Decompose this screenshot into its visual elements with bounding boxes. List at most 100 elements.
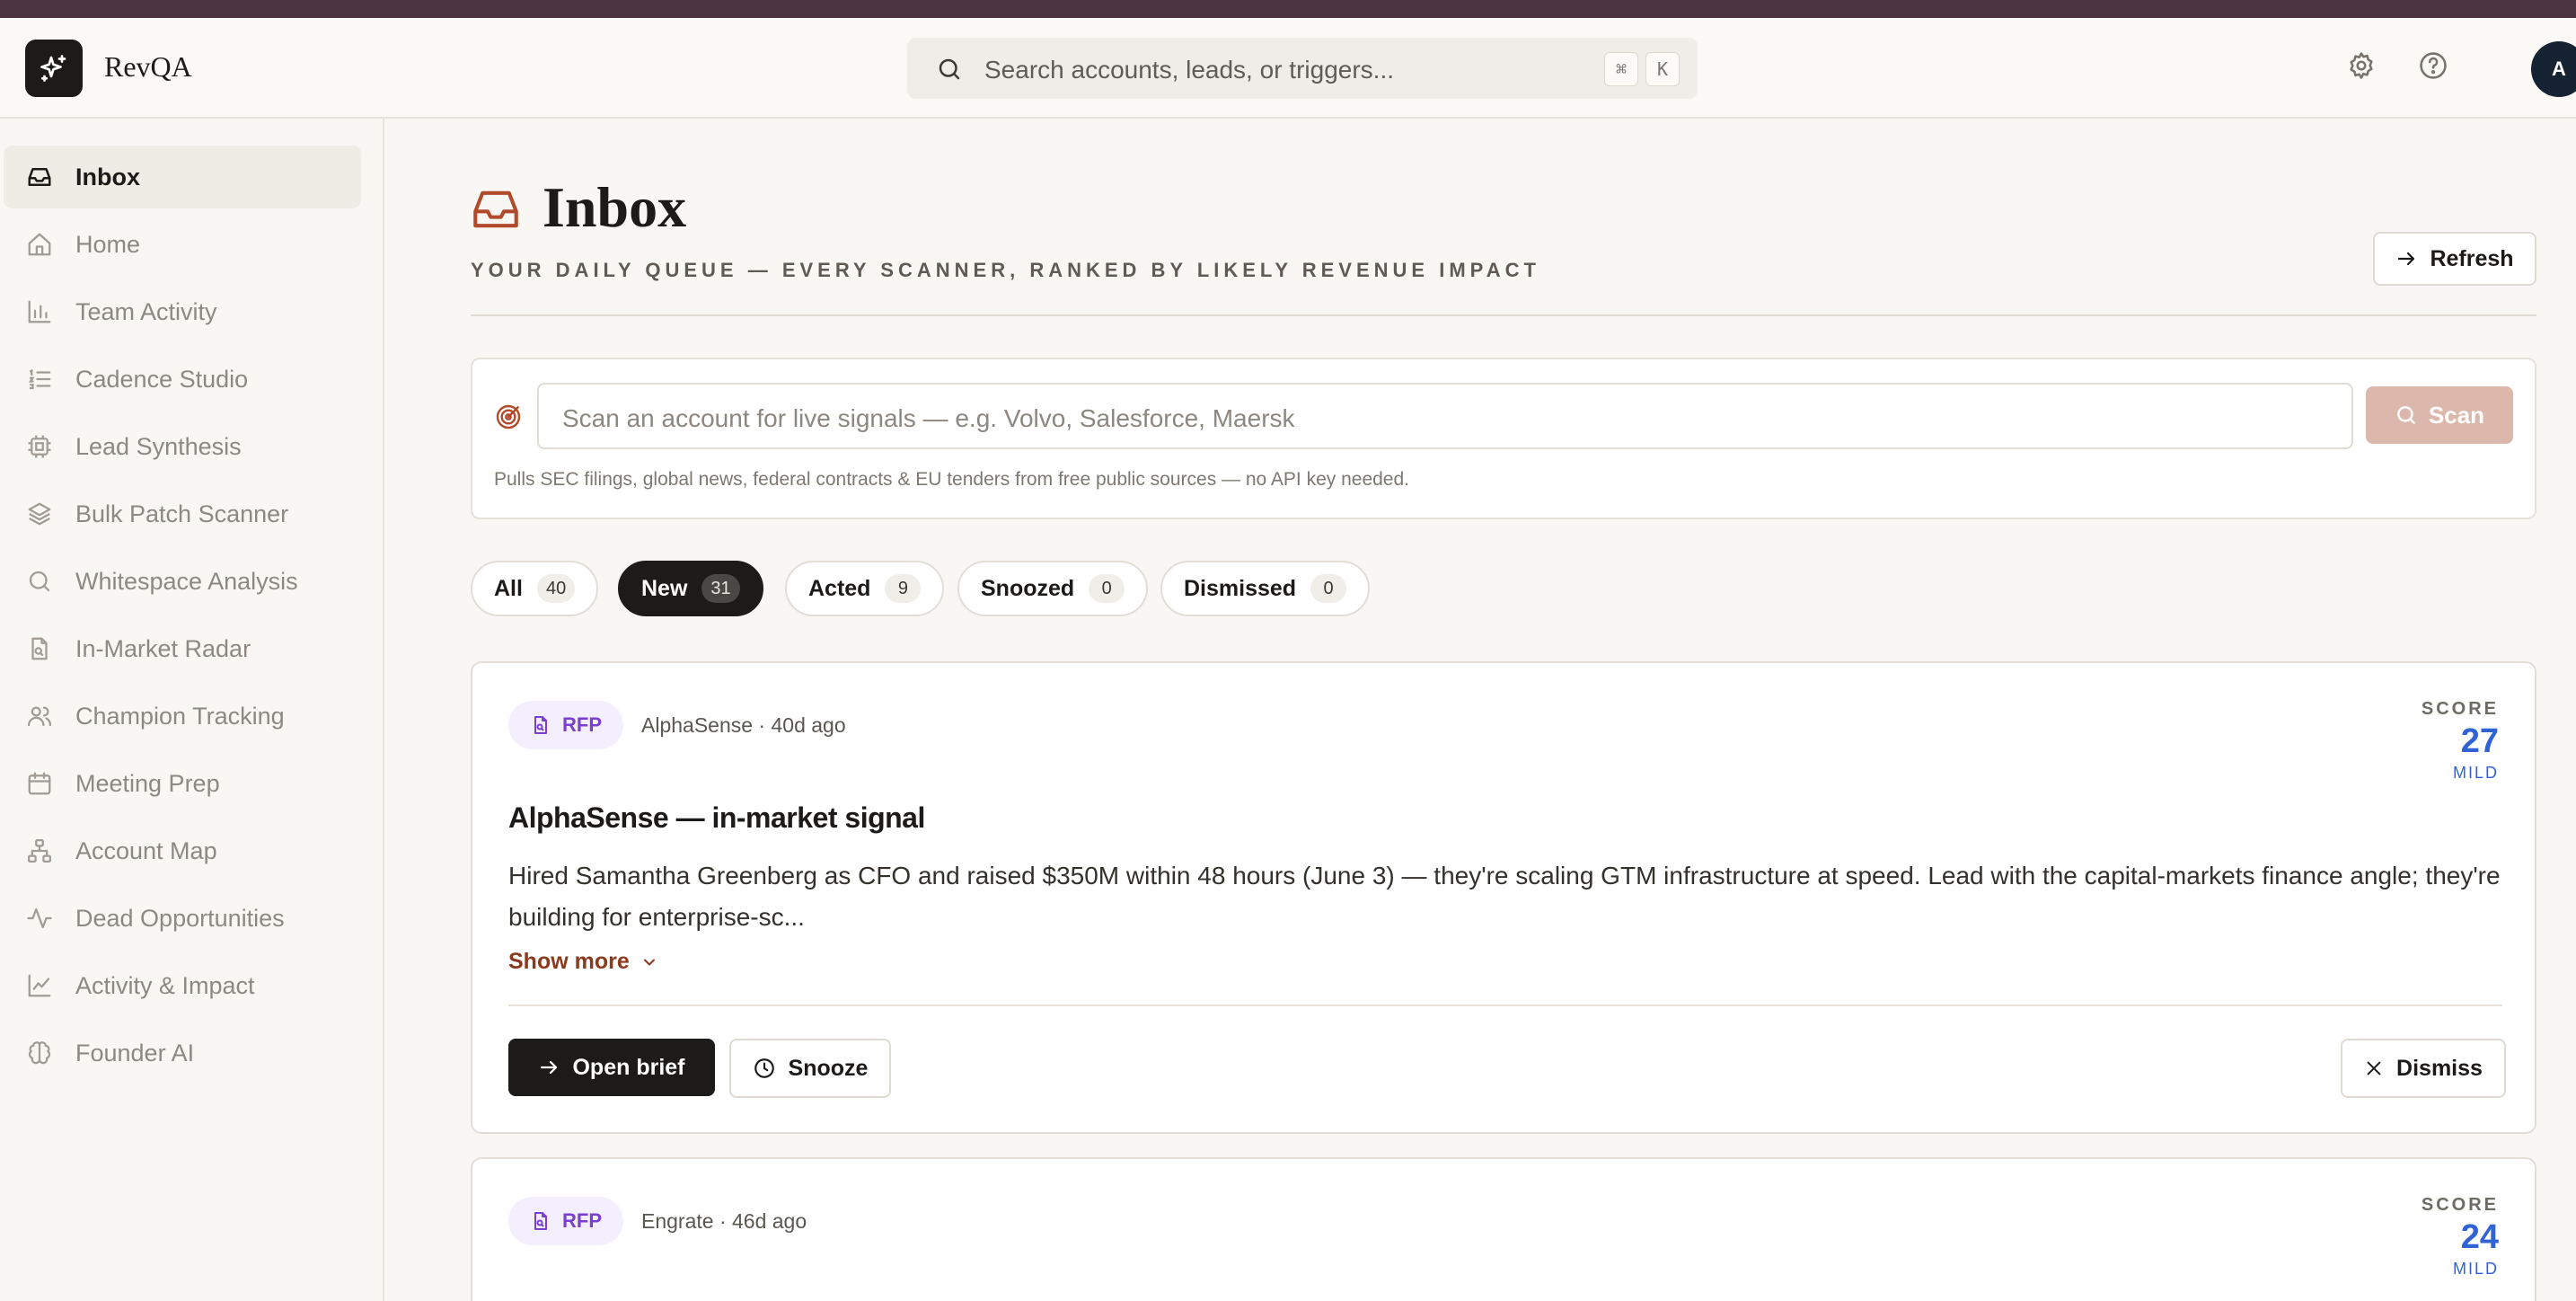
tab-count: 0 bbox=[1089, 574, 1125, 603]
tab-count: 40 bbox=[536, 574, 576, 603]
card-divider bbox=[508, 1005, 2502, 1006]
main-content: Inbox YOUR DAILY QUEUE — EVERY SCANNER, … bbox=[386, 119, 2576, 1301]
network-icon bbox=[25, 838, 54, 863]
score-tier: MILD bbox=[2452, 1260, 2499, 1278]
tab-count: 9 bbox=[885, 574, 922, 603]
tab-all[interactable]: All 40 bbox=[471, 561, 599, 616]
kbd-command: ⌘ bbox=[1604, 52, 1638, 86]
refresh-label: Refresh bbox=[2430, 245, 2514, 271]
dismiss-label: Dismiss bbox=[2396, 1055, 2483, 1081]
tab-new[interactable]: New 31 bbox=[618, 561, 763, 616]
file-search-icon bbox=[25, 636, 54, 661]
home-icon bbox=[25, 232, 54, 257]
rfp-badge: RFP bbox=[508, 1197, 623, 1245]
sidebar-item-label: Activity & Impact bbox=[75, 972, 255, 999]
search-input[interactable]: Search accounts, leads, or triggers... bbox=[984, 56, 1394, 84]
score-label: SCORE bbox=[2421, 1195, 2499, 1215]
sidebar-item-label: Dead Opportunities bbox=[75, 905, 285, 932]
search-icon bbox=[939, 58, 960, 80]
sidebar-item-team-activity[interactable]: Team Activity bbox=[4, 280, 361, 343]
sidebar-item-label: Champion Tracking bbox=[75, 703, 285, 730]
line-chart-icon bbox=[25, 973, 54, 998]
brain-icon bbox=[25, 1040, 54, 1066]
sidebar-item-label: Bulk Patch Scanner bbox=[75, 500, 289, 527]
sidebar-item-meeting-prep[interactable]: Meeting Prep bbox=[4, 752, 361, 815]
snooze-button[interactable]: Snooze bbox=[729, 1039, 891, 1098]
users-icon bbox=[25, 704, 54, 729]
inbox-icon bbox=[473, 190, 518, 228]
signal-card: RFP AlphaSense · 40d ago SCORE 27 MILD A… bbox=[471, 661, 2536, 1134]
tab-dismissed[interactable]: Dismissed 0 bbox=[1160, 561, 1371, 616]
badge-label: RFP bbox=[562, 713, 602, 736]
help-icon[interactable] bbox=[2418, 50, 2448, 81]
score-label: SCORE bbox=[2421, 699, 2499, 719]
sidebar-item-inbox[interactable]: Inbox bbox=[4, 146, 361, 208]
tab-label: Dismissed bbox=[1184, 575, 1297, 601]
score-value: 24 bbox=[2460, 1218, 2499, 1256]
logo[interactable] bbox=[25, 40, 83, 97]
sidebar-item-champion-tracking[interactable]: Champion Tracking bbox=[4, 685, 361, 748]
arrow-right-icon bbox=[2398, 252, 2415, 266]
rfp-badge: RFP bbox=[508, 701, 623, 749]
score-value: 27 bbox=[2460, 722, 2499, 760]
header-divider bbox=[471, 314, 2536, 316]
cpu-icon bbox=[25, 434, 54, 459]
refresh-button[interactable]: Refresh bbox=[2373, 232, 2536, 286]
search-icon bbox=[2397, 406, 2415, 424]
scan-note: Pulls SEC filings, global news, federal … bbox=[494, 469, 1410, 490]
show-more-label: Show more bbox=[508, 949, 630, 974]
tab-label: All bbox=[494, 575, 523, 601]
sidebar-item-label: Account Map bbox=[75, 837, 217, 864]
scan-input-placeholder: Scan an account for live signals — e.g. … bbox=[562, 404, 1295, 432]
scan-panel: Scan an account for live signals — e.g. … bbox=[471, 358, 2536, 519]
sidebar-item-home[interactable]: Home bbox=[4, 213, 361, 276]
sidebar-item-bulk-patch-scanner[interactable]: Bulk Patch Scanner bbox=[4, 482, 361, 545]
sidebar-item-label: In-Market Radar bbox=[75, 635, 251, 662]
user-avatar[interactable]: A bbox=[2531, 41, 2576, 97]
tab-acted[interactable]: Acted 9 bbox=[785, 561, 945, 616]
tab-label: Acted bbox=[808, 575, 871, 601]
sidebar-item-label: Founder AI bbox=[75, 1040, 195, 1066]
sidebar-item-whitespace-analysis[interactable]: Whitespace Analysis bbox=[4, 550, 361, 613]
list-ordered-icon bbox=[25, 367, 54, 392]
close-icon bbox=[2367, 1061, 2381, 1075]
bar-chart-icon bbox=[25, 299, 54, 324]
sidebar-item-activity-impact[interactable]: Activity & Impact bbox=[4, 954, 361, 1017]
show-more-link[interactable]: Show more bbox=[508, 949, 658, 975]
card-body: Hired Samantha Greenberg as CFO and rais… bbox=[508, 862, 2501, 931]
top-accent-strip bbox=[0, 0, 2576, 18]
sidebar-item-label: Inbox bbox=[75, 164, 140, 190]
tab-label: New bbox=[641, 575, 688, 601]
sidebar-item-cadence-studio[interactable]: Cadence Studio bbox=[4, 348, 361, 411]
sidebar-item-account-map[interactable]: Account Map bbox=[4, 819, 361, 882]
sidebar-item-founder-ai[interactable]: Founder AI bbox=[4, 1022, 361, 1084]
file-search-icon bbox=[534, 716, 547, 734]
page-subtitle: YOUR DAILY QUEUE — EVERY SCANNER, RANKED… bbox=[471, 259, 1540, 281]
top-header: RevQA Search accounts, leads, or trigger… bbox=[0, 18, 2576, 119]
scan-input[interactable]: Scan an account for live signals — e.g. … bbox=[537, 383, 2353, 449]
gear-icon[interactable] bbox=[2346, 50, 2377, 81]
tab-count: 0 bbox=[1310, 574, 1347, 603]
open-brief-button[interactable]: Open brief bbox=[508, 1039, 715, 1096]
brand-name: RevQA bbox=[104, 50, 192, 83]
sidebar-item-dead-opportunities[interactable]: Dead Opportunities bbox=[4, 887, 361, 950]
global-search[interactable]: Search accounts, leads, or triggers... ⌘… bbox=[907, 38, 1698, 99]
arrow-right-icon bbox=[541, 1060, 558, 1075]
inbox-icon bbox=[25, 164, 54, 190]
clock-icon bbox=[754, 1058, 774, 1078]
tab-snoozed[interactable]: Snoozed 0 bbox=[957, 561, 1149, 616]
score-tier: MILD bbox=[2452, 764, 2499, 782]
scan-button[interactable]: Scan bbox=[2366, 386, 2513, 444]
card-meta: AlphaSense · 40d ago bbox=[641, 713, 846, 737]
dismiss-button[interactable]: Dismiss bbox=[2341, 1039, 2506, 1098]
sidebar: Inbox Home Team Activity Cadence Studio … bbox=[0, 119, 384, 1301]
sidebar-item-label: Lead Synthesis bbox=[75, 433, 242, 460]
sidebar-item-in-market-radar[interactable]: In-Market Radar bbox=[4, 617, 361, 680]
page-title: Inbox bbox=[543, 175, 687, 239]
target-icon bbox=[496, 404, 521, 429]
badge-label: RFP bbox=[562, 1209, 602, 1232]
sidebar-item-lead-synthesis[interactable]: Lead Synthesis bbox=[4, 415, 361, 478]
calendar-icon bbox=[25, 771, 54, 796]
snooze-label: Snooze bbox=[788, 1055, 869, 1081]
sidebar-item-label: Home bbox=[75, 231, 141, 258]
